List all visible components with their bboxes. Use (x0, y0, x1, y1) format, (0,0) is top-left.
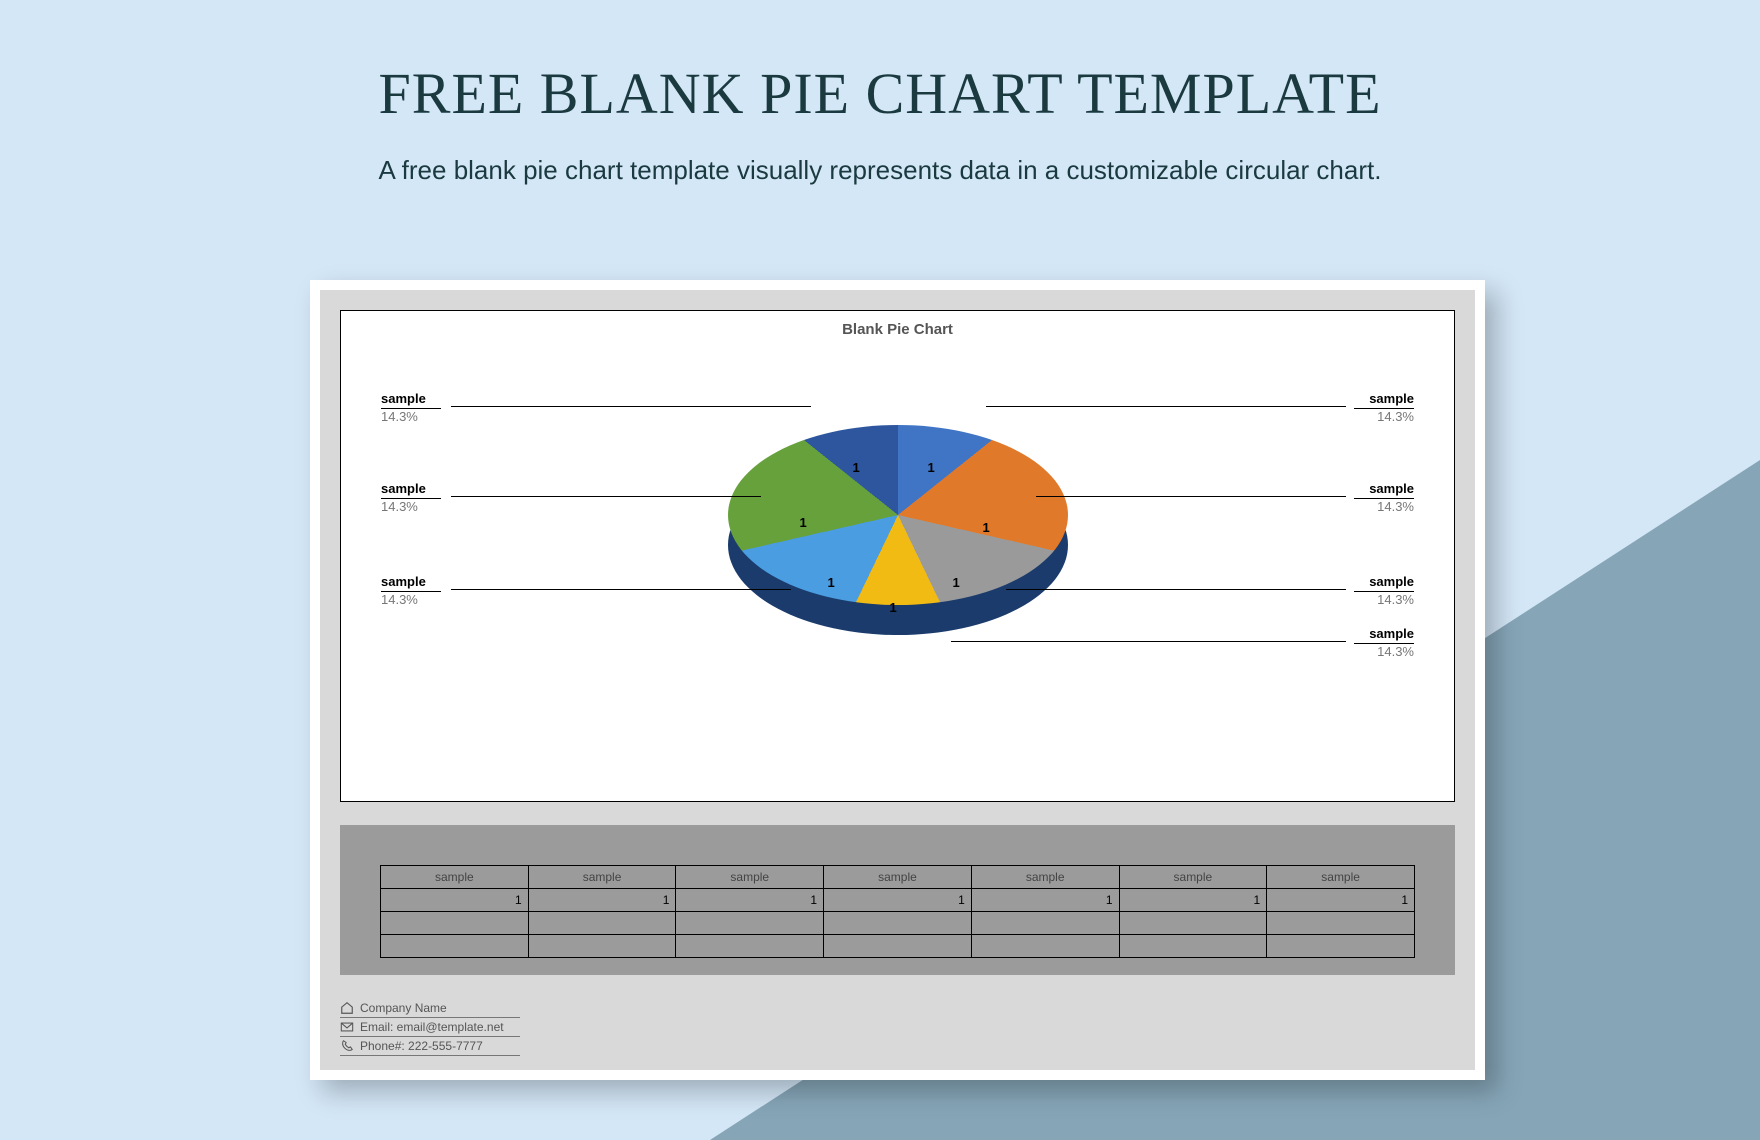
table-cell (971, 935, 1119, 958)
table-cell: 1 (676, 889, 824, 912)
table-cell (824, 912, 972, 935)
company-icon (340, 1001, 354, 1015)
page-subtitle: A free blank pie chart template visually… (0, 155, 1760, 186)
template-footer: Company Name Email: email@template.net P… (340, 999, 520, 1058)
table-cell: 1 (824, 889, 972, 912)
phone-icon (340, 1039, 354, 1053)
table-header: sample (1119, 866, 1267, 889)
table-cell (971, 912, 1119, 935)
table-cell: 1 (1119, 889, 1267, 912)
table-cell (676, 935, 824, 958)
slice-label: sample (381, 574, 426, 589)
table-cell (1119, 935, 1267, 958)
data-table: samplesamplesamplesamplesamplesamplesamp… (380, 865, 1415, 958)
email-text: Email: email@template.net (360, 1020, 504, 1034)
table-cell (1119, 912, 1267, 935)
slice-percent: 14.3% (381, 499, 418, 514)
slice-percent: 14.3% (381, 592, 418, 607)
table-cell (381, 912, 529, 935)
table-row: 1111111 (381, 889, 1415, 912)
slice-label: sample (1369, 574, 1414, 589)
slice-label: sample (381, 481, 426, 496)
pie-chart-panel: Blank Pie Chart 1 1 1 1 1 1 1 sample 14.… (340, 310, 1455, 802)
table-cell (381, 935, 529, 958)
table-cell (1267, 935, 1415, 958)
slice-label: sample (381, 391, 426, 406)
table-cell: 1 (381, 889, 529, 912)
table-header: sample (528, 866, 676, 889)
slice-percent: 14.3% (1377, 644, 1414, 659)
phone-text: Phone#: 222-555-7777 (360, 1039, 483, 1053)
slice-percent: 14.3% (381, 409, 418, 424)
table-row (381, 935, 1415, 958)
table-header: sample (1267, 866, 1415, 889)
slice-percent: 14.3% (1377, 592, 1414, 607)
pie-chart: 1 1 1 1 1 1 1 (728, 425, 1068, 765)
slice-value: 1 (828, 575, 835, 590)
slice-value: 1 (853, 460, 860, 475)
table-cell: 1 (528, 889, 676, 912)
slice-value: 1 (890, 600, 897, 615)
slice-value: 1 (953, 575, 960, 590)
email-icon (340, 1020, 354, 1034)
table-cell (528, 912, 676, 935)
slice-percent: 14.3% (1377, 499, 1414, 514)
template-card: Blank Pie Chart 1 1 1 1 1 1 1 sample 14.… (310, 280, 1485, 1080)
chart-title: Blank Pie Chart (341, 321, 1454, 338)
slice-percent: 14.3% (1377, 409, 1414, 424)
table-cell: 1 (971, 889, 1119, 912)
table-cell (824, 935, 972, 958)
slice-label: sample (1369, 391, 1414, 406)
data-table-panel: samplesamplesamplesamplesamplesamplesamp… (340, 825, 1455, 975)
table-row (381, 912, 1415, 935)
table-header: sample (381, 866, 529, 889)
table-header: sample (824, 866, 972, 889)
table-cell (528, 935, 676, 958)
slice-label: sample (1369, 626, 1414, 641)
page-title: FREE BLANK PIE CHART TEMPLATE (0, 60, 1760, 127)
table-header: sample (971, 866, 1119, 889)
table-header: sample (676, 866, 824, 889)
slice-label: sample (1369, 481, 1414, 496)
table-cell (676, 912, 824, 935)
company-name: Company Name (360, 1001, 447, 1015)
slice-value: 1 (928, 460, 935, 475)
slice-value: 1 (800, 515, 807, 530)
table-cell (1267, 912, 1415, 935)
slice-value: 1 (983, 520, 990, 535)
table-cell: 1 (1267, 889, 1415, 912)
